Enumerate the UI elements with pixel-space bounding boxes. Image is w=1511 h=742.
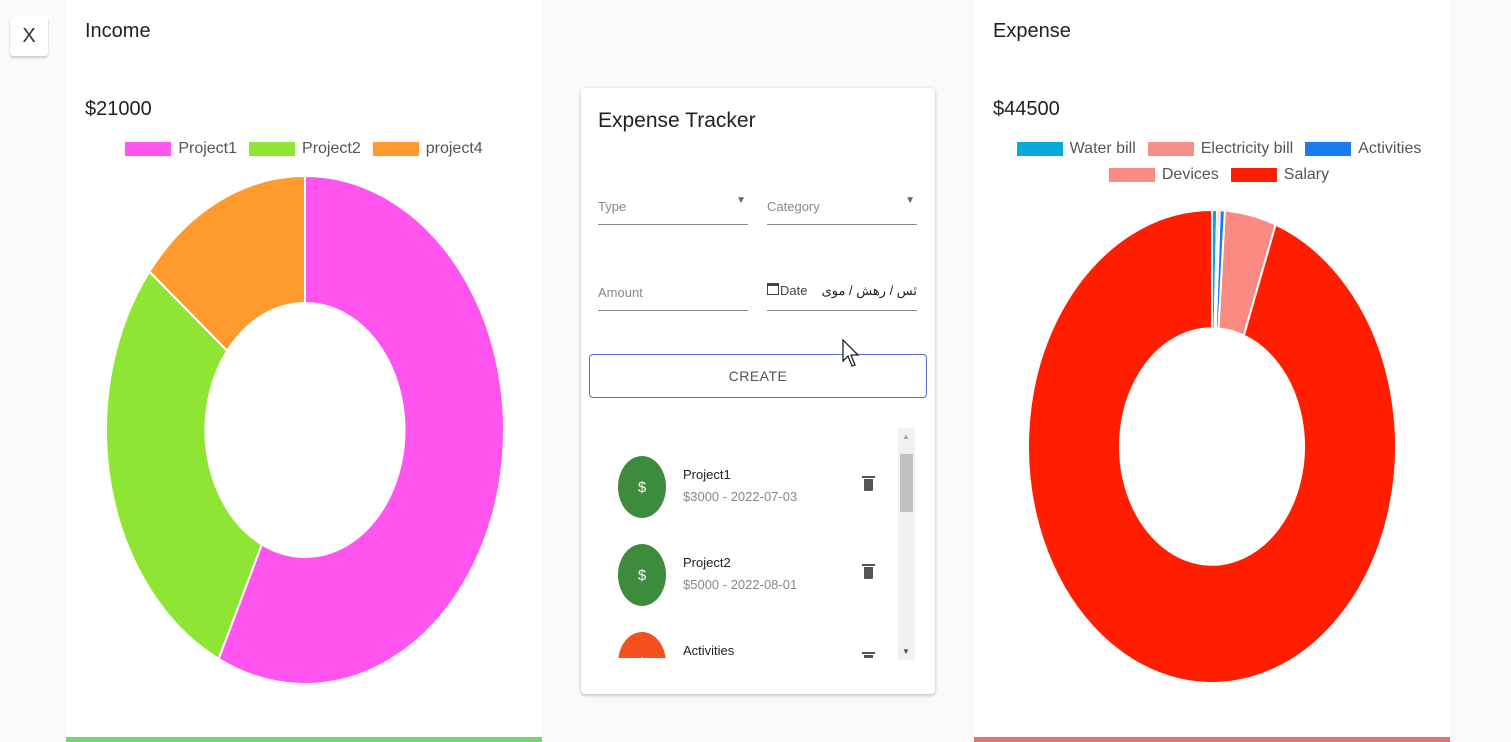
legend-swatch [249, 142, 296, 156]
chevron-down-icon: ▼ [905, 195, 915, 206]
app-page: X Income $21000 Project1 Project2 project4… [0, 0, 1511, 742]
dollar-icon: $ [618, 632, 666, 658]
list-item[interactable]: $ Project2 $5000 - 2022-08-01 [608, 522, 898, 606]
category-select[interactable]: Category ▼ [767, 189, 917, 225]
close-button[interactable]: X [10, 16, 48, 56]
legend-swatch [1147, 142, 1194, 156]
item-title: Project1 [683, 467, 731, 482]
income-total: $21000 [85, 98, 152, 120]
date-label: Date [780, 283, 808, 298]
income-title: Income [85, 20, 151, 42]
type-select[interactable]: Type ▼ [598, 189, 748, 225]
legend-swatch [1230, 168, 1277, 182]
item-title: Project2 [683, 555, 731, 570]
date-value: ثس / رهش / موی [821, 283, 917, 298]
transaction-list: $ Project1 $3000 - 2022-07-03 $ Project2… [608, 434, 914, 658]
legend-item[interactable]: Project1 [125, 140, 237, 158]
type-label: Type [598, 199, 627, 214]
scrollbar-thumb[interactable] [900, 454, 913, 512]
delete-icon[interactable] [862, 476, 875, 491]
expense-tracker-card: Expense Tracker Type ▼ Category ▼ Amount… [581, 88, 935, 694]
tracker-title: Expense Tracker [598, 109, 756, 132]
calendar-icon [767, 283, 779, 295]
legend-item[interactable]: Project2 [249, 140, 361, 158]
item-title: Activities [683, 643, 735, 658]
donut-slice-salary[interactable] [1027, 209, 1397, 684]
list-item[interactable]: $ Project1 $3000 - 2022-07-03 [608, 434, 898, 518]
legend-swatch [125, 142, 172, 156]
expense-total: $44500 [993, 98, 1060, 120]
legend-label: project4 [425, 140, 483, 157]
dollar-icon: $ [618, 544, 666, 606]
expense-legend: Water bill Electricity bill Activities Devi… [1004, 140, 1434, 192]
expense-donut-chart [1027, 209, 1397, 684]
legend-item[interactable]: Salary [1230, 166, 1330, 184]
legend-swatch [1305, 142, 1352, 156]
legend-swatch [1108, 168, 1155, 182]
income-donut-chart [105, 175, 505, 685]
date-input[interactable]: Date ثس / رهش / موی [767, 275, 917, 311]
list-scrollbar[interactable]: ▲ ▼ [898, 428, 915, 660]
income-legend: Project1 Project2 project4 [66, 140, 542, 166]
category-label: Category [767, 199, 820, 214]
legend-label: Devices [1161, 166, 1219, 183]
expense-card: Expense $44500 Water bill Electricity bil… [974, 0, 1450, 742]
create-button[interactable]: CREATE [589, 354, 927, 398]
scroll-down-icon[interactable]: ▼ [902, 647, 910, 656]
income-bottom-bar [66, 737, 542, 742]
expense-title: Expense [993, 20, 1071, 42]
income-card: Income $21000 Project1 Project2 project4 [66, 0, 542, 742]
delete-icon[interactable] [862, 652, 875, 658]
legend-item[interactable]: Electricity bill [1147, 140, 1294, 158]
legend-label: Project1 [178, 140, 238, 157]
dollar-icon: $ [618, 456, 666, 518]
expense-bottom-bar [974, 737, 1450, 742]
mouse-cursor-icon [842, 339, 860, 367]
scroll-up-icon[interactable]: ▲ [902, 432, 910, 441]
legend-label: Activities [1358, 140, 1422, 157]
legend-item[interactable]: Water bill [1016, 140, 1136, 158]
legend-item[interactable]: Activities [1305, 140, 1421, 158]
amount-label: Amount [598, 285, 643, 300]
amount-input[interactable]: Amount [598, 275, 748, 311]
legend-swatch [1016, 142, 1063, 156]
delete-icon[interactable] [862, 564, 875, 579]
legend-label: Water bill [1069, 140, 1136, 157]
legend-label: Project2 [302, 140, 361, 157]
legend-label: Salary [1283, 166, 1330, 183]
legend-label: Electricity bill [1200, 140, 1294, 157]
chevron-down-icon: ▼ [736, 195, 746, 206]
item-subtitle: $3000 - 2022-07-03 [683, 489, 798, 504]
legend-swatch [372, 142, 419, 156]
legend-item[interactable]: Devices [1108, 166, 1219, 184]
legend-item[interactable]: project4 [372, 140, 483, 158]
item-subtitle: $5000 - 2022-08-01 [683, 577, 798, 592]
list-item[interactable]: $ Activities [608, 610, 898, 658]
